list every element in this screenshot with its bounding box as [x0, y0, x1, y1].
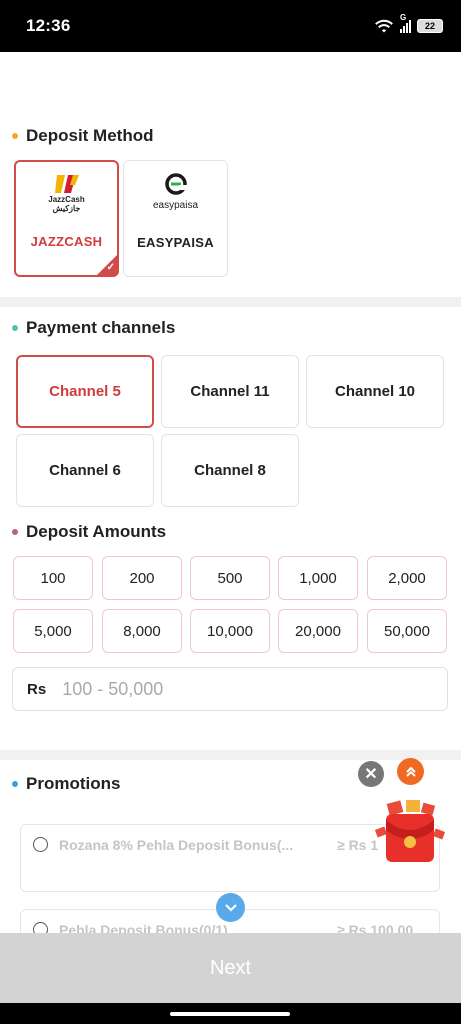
amount-input-box[interactable]: Rs — [12, 667, 448, 711]
battery-icon: 22 — [417, 19, 443, 33]
method-easypaisa-card[interactable]: easypaisa EASYPAISA — [123, 160, 228, 277]
amount-input[interactable] — [62, 678, 363, 700]
wifi-icon — [375, 19, 393, 33]
section-dot-icon — [12, 529, 18, 535]
section-dot-icon — [12, 781, 18, 787]
radio-button[interactable] — [33, 837, 48, 852]
battery-level: 22 — [424, 21, 435, 31]
amount-option[interactable]: 100 — [13, 556, 93, 600]
easypaisa-logo-text: easypaisa — [152, 200, 199, 211]
currency-label: Rs — [27, 680, 47, 698]
section-dot-icon — [12, 133, 18, 139]
amount-option[interactable]: 8,000 — [102, 609, 182, 653]
easypaisa-logo-icon — [165, 173, 187, 195]
channel-6-button[interactable]: Channel 6 — [16, 434, 154, 507]
channel-11-button[interactable]: Channel 11 — [161, 355, 299, 428]
system-nav-bar — [0, 1003, 461, 1024]
promotion-amount: ≥ Rs 1 — [337, 837, 379, 853]
chevron-down-icon[interactable] — [216, 893, 245, 922]
channel-5-button[interactable]: Channel 5 — [16, 355, 154, 428]
next-button-label: Next — [209, 956, 252, 979]
method-label-jazzcash: JAZZCASH — [30, 234, 103, 249]
deposit-amounts-header: Deposit Amounts — [12, 522, 166, 542]
amount-option[interactable]: 50,000 — [367, 609, 447, 653]
amount-option[interactable]: 200 — [102, 556, 182, 600]
promotions-title: Promotions — [26, 774, 121, 793]
status-time: 12:36 — [26, 16, 71, 35]
next-button[interactable]: Next — [0, 933, 461, 1003]
amount-option[interactable]: 20,000 — [278, 609, 358, 653]
jazzcash-logo-icon — [55, 175, 79, 193]
payment-channels-header: Payment channels — [12, 318, 175, 338]
channel-8-button[interactable]: Channel 8 — [161, 434, 299, 507]
deposit-amounts-title: Deposit Amounts — [26, 522, 167, 541]
amount-option[interactable]: 2,000 — [367, 556, 447, 600]
gift-envelope-icon[interactable] — [374, 800, 446, 866]
deposit-page: 12:36 G 22 Deposit Method JazzCash جازکی… — [0, 0, 461, 1024]
promotion-label: Rozana 8% Pehla Deposit Bonus(... — [59, 837, 294, 853]
section-divider — [0, 297, 461, 307]
amount-option[interactable]: 10,000 — [190, 609, 270, 653]
section-divider — [0, 750, 461, 760]
amount-option[interactable]: 500 — [190, 556, 270, 600]
scroll-top-icon[interactable] — [397, 758, 424, 785]
check-icon: ✓ — [106, 262, 115, 273]
channel-10-button[interactable]: Channel 10 — [306, 355, 444, 428]
jazzcash-logo-text: JazzCash — [48, 195, 85, 204]
payment-channels-title: Payment channels — [26, 318, 176, 337]
promotions-header: Promotions — [12, 774, 120, 794]
deposit-method-title: Deposit Method — [26, 126, 154, 145]
close-icon[interactable]: ✕ — [358, 761, 384, 787]
amount-option[interactable]: 1,000 — [278, 556, 358, 600]
signal-icon: G — [400, 13, 411, 33]
method-label-easypaisa: EASYPAISA — [137, 235, 214, 250]
jazzcash-logo-urdu: جازکیش — [52, 204, 81, 213]
section-dot-icon — [12, 325, 18, 331]
status-icons: G 22 — [374, 13, 443, 34]
method-jazzcash-card[interactable]: JazzCash جازکیش JAZZCASH ✓ — [14, 160, 119, 277]
home-gesture-bar[interactable] — [170, 1012, 290, 1016]
network-type: G — [400, 13, 407, 22]
deposit-method-header: Deposit Method — [12, 126, 154, 146]
status-bar: 12:36 G 22 — [0, 0, 461, 52]
amount-option[interactable]: 5,000 — [13, 609, 93, 653]
